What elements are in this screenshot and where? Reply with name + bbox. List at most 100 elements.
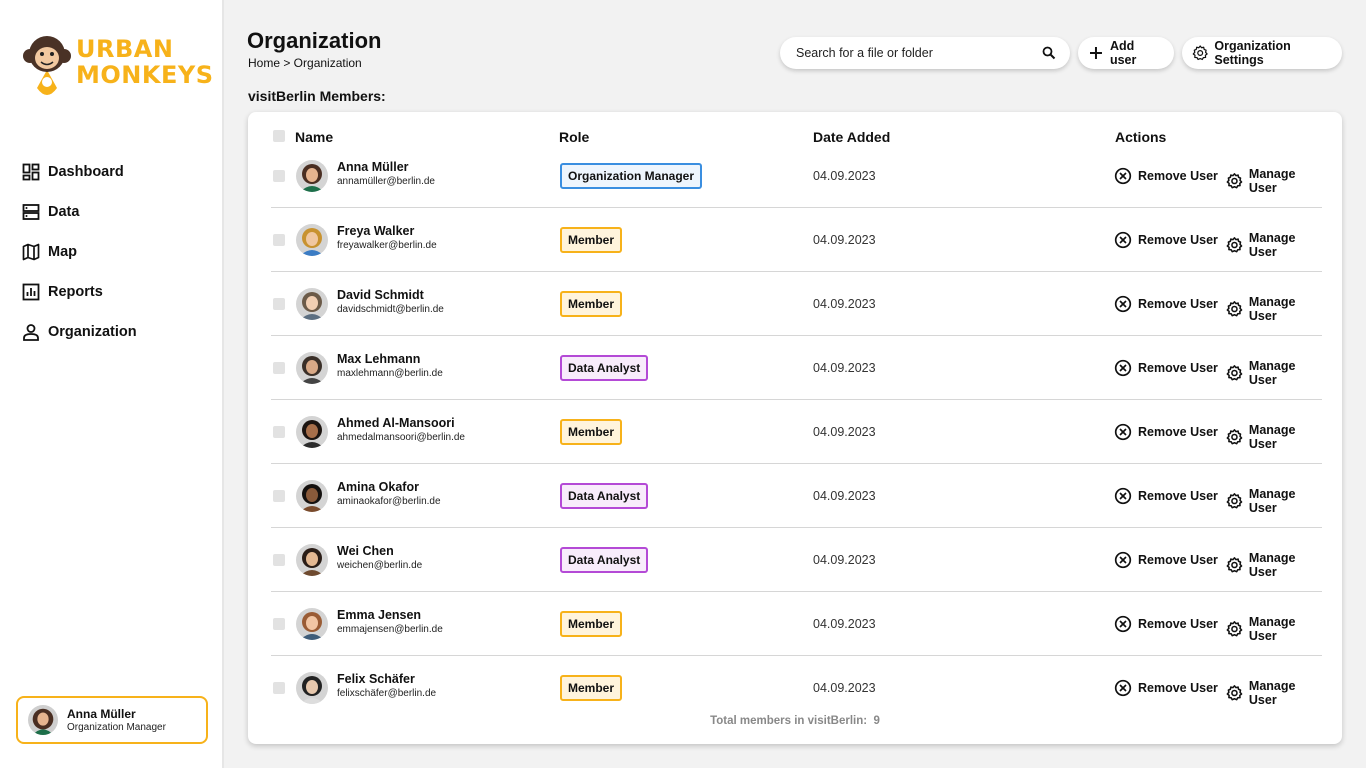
sidebar-item-map[interactable]: Map bbox=[22, 232, 212, 272]
breadcrumb[interactable]: Home > Organization bbox=[248, 56, 362, 70]
current-user-card[interactable]: Anna Müller Organization Manager bbox=[16, 696, 208, 744]
member-name: Ahmed Al-Mansoori bbox=[337, 416, 455, 430]
avatar bbox=[296, 224, 328, 256]
manage-user-label: Manage User bbox=[1248, 423, 1296, 451]
member-name: David Schmidt bbox=[337, 288, 424, 302]
sidebar-nav: Dashboard Data Map Reports Organization bbox=[22, 152, 212, 352]
role-badge: Member bbox=[560, 675, 623, 701]
select-all-checkbox[interactable] bbox=[273, 130, 285, 142]
gear-icon bbox=[1226, 557, 1243, 573]
member-email: emmajensen@berlin.de bbox=[337, 624, 443, 635]
row-checkbox[interactable] bbox=[273, 554, 285, 566]
role-badge: Member bbox=[560, 291, 623, 317]
date-added: 04.09.2023 bbox=[813, 553, 876, 567]
row-checkbox[interactable] bbox=[273, 298, 285, 310]
manage-user-button[interactable]: Manage User bbox=[1226, 359, 1322, 387]
member-email: weichen@berlin.de bbox=[337, 560, 423, 571]
avatar bbox=[296, 160, 328, 192]
organization-settings-button[interactable]: Organization Settings bbox=[1182, 37, 1342, 69]
role-badge: Data Analyst bbox=[560, 483, 649, 509]
search-input[interactable] bbox=[796, 46, 1042, 60]
remove-user-button[interactable]: Remove User bbox=[1114, 295, 1218, 313]
role-badge: Data Analyst bbox=[560, 355, 649, 381]
table-row[interactable]: Wei Chen weichen@berlin.de Data Analyst 04.… bbox=[271, 528, 1322, 592]
remove-user-button[interactable]: Remove User bbox=[1114, 167, 1218, 185]
table-row[interactable]: Max Lehmann maxlehmann@berlin.de Data Anal… bbox=[271, 336, 1322, 400]
remove-user-button[interactable]: Remove User bbox=[1114, 487, 1218, 505]
total-members-label: Total members in visitBerlin: bbox=[710, 715, 868, 727]
manage-user-label: Manage User bbox=[1248, 167, 1296, 195]
role-badge: Member bbox=[560, 611, 623, 637]
sidebar-item-data[interactable]: Data bbox=[22, 192, 212, 232]
remove-user-button[interactable]: Remove User bbox=[1114, 231, 1218, 249]
total-members-count: 9 bbox=[873, 715, 880, 727]
row-checkbox[interactable] bbox=[273, 682, 285, 694]
role-badge: Data Analyst bbox=[560, 547, 649, 573]
row-checkbox[interactable] bbox=[273, 170, 285, 182]
manage-user-button[interactable]: Manage User bbox=[1226, 615, 1322, 643]
search-bar[interactable] bbox=[780, 37, 1070, 69]
column-header-role[interactable]: Role bbox=[559, 129, 589, 145]
sidebar-item-organization[interactable]: Organization bbox=[22, 312, 212, 352]
table-row[interactable]: Amina Okafor aminaokafor@berlin.de Data An… bbox=[271, 464, 1322, 528]
plus-icon bbox=[1089, 47, 1102, 59]
sidebar-item-dashboard[interactable]: Dashboard bbox=[22, 152, 212, 192]
row-checkbox[interactable] bbox=[273, 234, 285, 246]
date-added: 04.09.2023 bbox=[813, 617, 876, 631]
remove-user-button[interactable]: Remove User bbox=[1114, 423, 1218, 441]
manage-user-button[interactable]: Manage User bbox=[1226, 231, 1322, 259]
manage-user-button[interactable]: Manage User bbox=[1226, 167, 1322, 195]
monkey-logo-icon bbox=[23, 36, 71, 95]
member-name: Anna Müller bbox=[337, 160, 409, 174]
sidebar-item-label: Reports bbox=[48, 284, 103, 300]
role-badge: Member bbox=[560, 419, 623, 445]
table-row[interactable]: Freya Walker freyawalker@berlin.de Member 0… bbox=[271, 208, 1322, 272]
close-circle-icon bbox=[1114, 167, 1132, 185]
row-checkbox[interactable] bbox=[273, 426, 285, 438]
table-row[interactable]: David Schmidt davidschmidt@berlin.de Membe… bbox=[271, 272, 1322, 336]
column-header-date[interactable]: Date Added bbox=[813, 129, 890, 145]
remove-user-button[interactable]: Remove User bbox=[1114, 551, 1218, 569]
gear-icon bbox=[1226, 365, 1243, 381]
member-email: aminaokafor@berlin.de bbox=[337, 496, 441, 507]
remove-user-label: Remove User bbox=[1138, 425, 1218, 439]
column-header-actions: Actions bbox=[1115, 129, 1167, 145]
remove-user-button[interactable]: Remove User bbox=[1114, 615, 1218, 633]
remove-user-button[interactable]: Remove User bbox=[1114, 359, 1218, 377]
close-circle-icon bbox=[1114, 295, 1132, 313]
row-checkbox[interactable] bbox=[273, 618, 285, 630]
manage-user-button[interactable]: Manage User bbox=[1226, 423, 1322, 451]
gear-icon bbox=[1192, 45, 1208, 61]
close-circle-icon bbox=[1114, 679, 1132, 697]
member-email: felixschäfer@berlin.de bbox=[337, 688, 437, 699]
remove-user-label: Remove User bbox=[1138, 681, 1218, 695]
remove-user-button[interactable]: Remove User bbox=[1114, 679, 1218, 697]
members-table: Name Role Date Added Actions Anna Müller… bbox=[248, 112, 1342, 744]
search-icon[interactable] bbox=[1042, 46, 1056, 60]
reports-icon bbox=[22, 283, 40, 301]
add-user-button[interactable]: Add user bbox=[1078, 37, 1174, 69]
gear-icon bbox=[1226, 301, 1243, 317]
urban-monkeys-logo[interactable]: URBAN MONKEYS bbox=[22, 30, 213, 102]
gear-icon bbox=[1226, 429, 1243, 445]
total-members: Total members in visitBerlin: 9 bbox=[248, 715, 1342, 727]
manage-user-button[interactable]: Manage User bbox=[1226, 295, 1322, 323]
brand-line-1: URBAN bbox=[76, 35, 174, 63]
row-checkbox[interactable] bbox=[273, 490, 285, 502]
manage-user-button[interactable]: Manage User bbox=[1226, 679, 1322, 707]
sidebar-item-reports[interactable]: Reports bbox=[22, 272, 212, 312]
table-row[interactable]: Ahmed Al-Mansoori ahmedalmansoori@berlin.… bbox=[271, 400, 1322, 464]
table-row[interactable]: Emma Jensen emmajensen@berlin.de Member 04.… bbox=[271, 592, 1322, 656]
table-row[interactable]: Anna Müller annamüller@berlin.de Organizat… bbox=[271, 144, 1322, 208]
sidebar-item-label: Data bbox=[48, 204, 80, 220]
remove-user-label: Remove User bbox=[1138, 233, 1218, 247]
close-circle-icon bbox=[1114, 231, 1132, 249]
table-row[interactable]: Felix Schäfer felixschäfer@berlin.de Membe… bbox=[271, 656, 1322, 720]
column-header-name[interactable]: Name bbox=[295, 129, 333, 145]
manage-user-button[interactable]: Manage User bbox=[1226, 487, 1322, 515]
manage-user-button[interactable]: Manage User bbox=[1226, 551, 1322, 579]
date-added: 04.09.2023 bbox=[813, 233, 876, 247]
row-checkbox[interactable] bbox=[273, 362, 285, 374]
sidebar-item-label: Organization bbox=[48, 324, 137, 340]
gear-icon bbox=[1226, 685, 1243, 701]
